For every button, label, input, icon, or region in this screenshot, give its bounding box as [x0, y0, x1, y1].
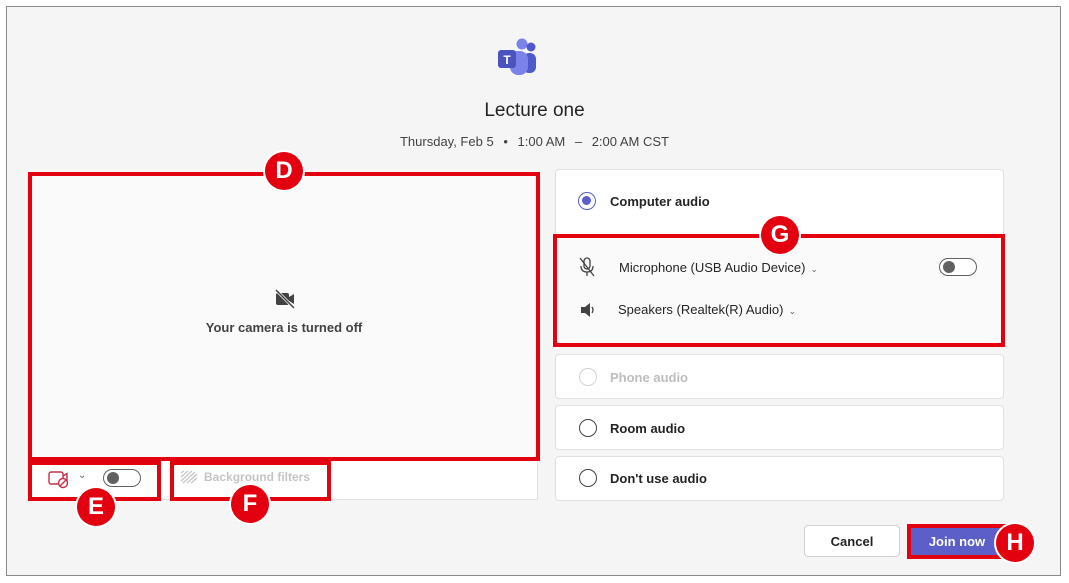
no-audio-radio[interactable] — [579, 469, 597, 487]
separator-dot: • — [503, 134, 508, 149]
no-audio-label: Don't use audio — [610, 471, 707, 486]
room-audio-radio[interactable] — [579, 419, 597, 437]
annotation-badge-d: D — [265, 152, 303, 190]
meeting-time: Thursday, Feb 5 • 1:00 AM – 2:00 AM CST — [0, 134, 1069, 149]
computer-audio-label: Computer audio — [610, 194, 710, 209]
phone-audio-radio[interactable] — [579, 368, 597, 386]
phone-audio-label: Phone audio — [610, 370, 688, 385]
separator-dash: – — [574, 134, 583, 149]
annotation-badge-f: F — [231, 485, 269, 523]
meeting-end: 2:00 AM CST — [591, 134, 669, 149]
room-audio-label: Room audio — [610, 421, 686, 436]
teams-logo-icon: T — [498, 38, 536, 75]
annotation-box-d — [28, 172, 540, 461]
meeting-title: Lecture one — [484, 100, 585, 121]
svg-text:T: T — [503, 53, 511, 67]
meeting-day: Thursday, Feb 5 — [399, 134, 494, 149]
computer-audio-radio[interactable] — [578, 192, 596, 210]
annotation-badge-h: H — [996, 524, 1034, 562]
annotation-box-h — [907, 524, 1006, 559]
annotation-badge-g: G — [761, 216, 799, 254]
cancel-button[interactable]: Cancel — [804, 525, 900, 557]
meeting-start: 1:00 AM — [517, 134, 566, 149]
annotation-badge-e: E — [77, 488, 115, 526]
